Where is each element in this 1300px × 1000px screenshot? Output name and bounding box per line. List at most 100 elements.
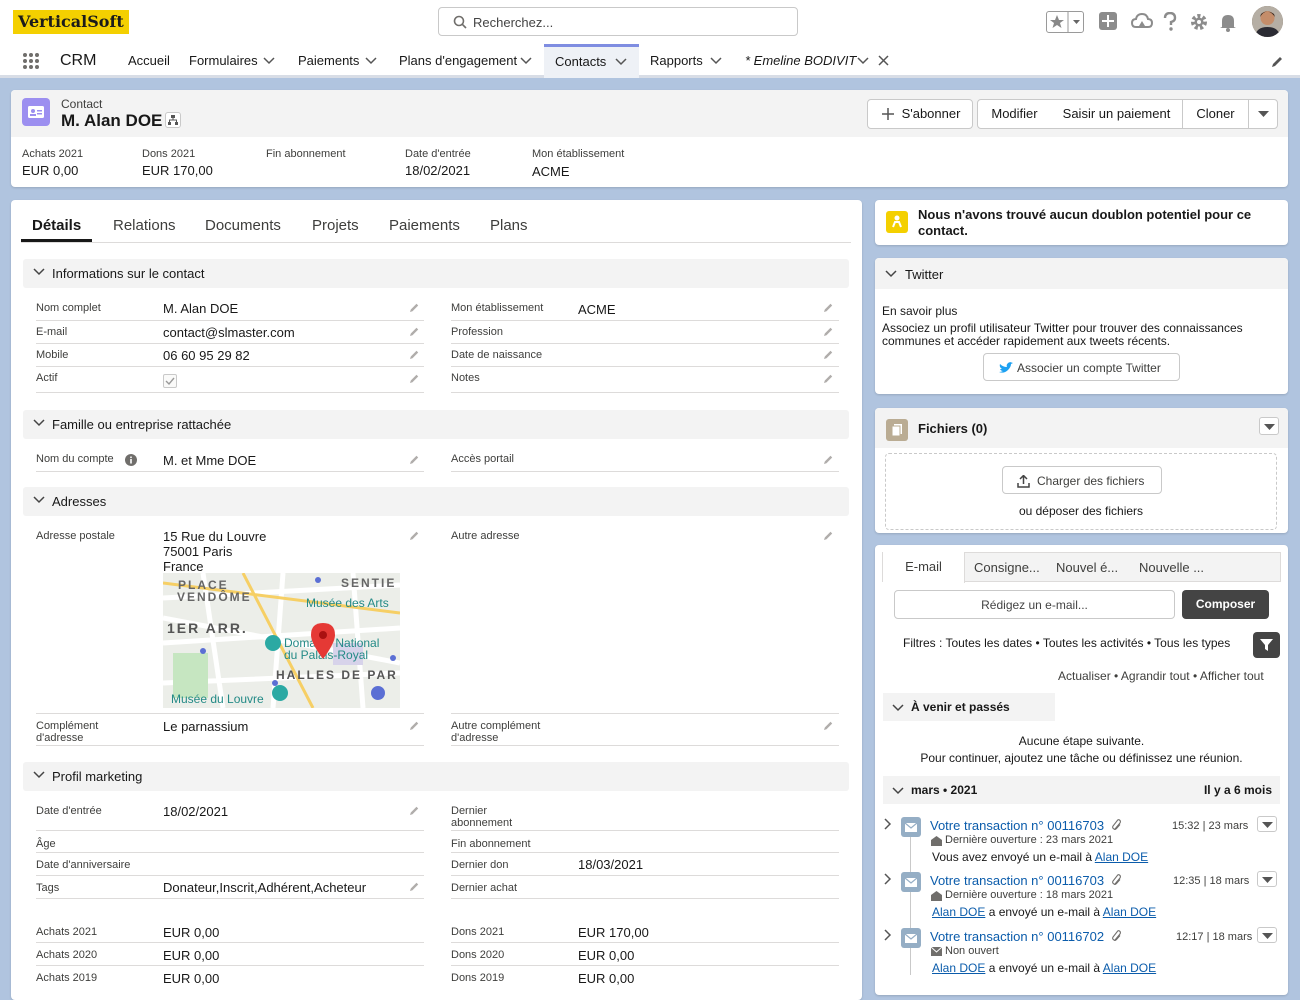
field-establishment-link[interactable]: ACME	[578, 302, 616, 317]
settings-gear-icon[interactable]	[1189, 12, 1209, 32]
favorites-button[interactable]	[1046, 11, 1084, 33]
recipient-link[interactable]: Alan DOE	[1095, 850, 1148, 864]
header-establishment-link[interactable]: ACME	[532, 164, 570, 179]
tab-documents[interactable]: Documents	[205, 217, 281, 234]
address-map[interactable]: PLACE VENDÔME SENTIE Musée des Arts 1ER …	[163, 573, 400, 708]
upcoming-section-header[interactable]: À venir et passés	[883, 693, 1055, 721]
edit-pencil-icon[interactable]	[823, 530, 834, 541]
activity-title-link[interactable]: Votre transaction n° 00116703	[930, 818, 1104, 833]
compose-email-input[interactable]: Rédigez un e-mail...	[894, 590, 1175, 619]
chevron-down-icon[interactable]	[710, 57, 722, 65]
upload-files-button[interactable]: Charger des fichiers	[1002, 466, 1162, 494]
field-account-link[interactable]: M. et Mme DOE	[163, 453, 256, 468]
enter-payment-button[interactable]: Saisir un paiement	[1051, 99, 1183, 129]
edit-pencil-icon[interactable]	[409, 530, 420, 541]
sender-link[interactable]: Alan DOE	[932, 905, 985, 919]
activity-menu-button[interactable]	[1257, 871, 1277, 887]
expand-all-link[interactable]: Agrandir tout	[1121, 669, 1190, 683]
chevron-down-icon[interactable]	[365, 57, 377, 65]
activity-title-link[interactable]: Votre transaction n° 00116702	[930, 929, 1104, 944]
user-avatar[interactable]	[1252, 6, 1283, 37]
activity-tab-email[interactable]: E-mail	[883, 552, 965, 583]
activity-filters-text[interactable]: Filtres : Toutes les dates • Toutes les …	[903, 636, 1230, 650]
activity-tab-event[interactable]: Nouvel é...	[1056, 560, 1118, 575]
show-all-link[interactable]: Afficher tout	[1200, 669, 1264, 683]
nav-item-plans-engagement[interactable]: Plans d'engagement	[399, 44, 517, 78]
notifications-bell-icon[interactable]	[1218, 12, 1238, 32]
month-section-header[interactable]: mars • 2021 Il y a 6 mois	[883, 776, 1280, 804]
edit-pencil-icon[interactable]	[409, 720, 420, 731]
refresh-link[interactable]: Actualiser	[1058, 669, 1111, 683]
chevron-down-icon[interactable]	[263, 57, 275, 65]
address-line[interactable]: 15 Rue du Louvre	[163, 529, 266, 544]
edit-pencil-icon[interactable]	[823, 373, 834, 384]
link-twitter-account-button[interactable]: Associer un compte Twitter	[983, 353, 1180, 381]
activity-menu-button[interactable]	[1257, 927, 1277, 943]
edit-pencil-icon[interactable]	[409, 373, 420, 384]
info-icon[interactable]	[125, 454, 137, 466]
activity-tab-task[interactable]: Nouvelle ...	[1139, 560, 1204, 575]
edit-pencil-icon[interactable]	[409, 326, 420, 337]
recipient-link[interactable]: Alan DOE	[1103, 905, 1156, 919]
section-addresses-header[interactable]: Adresses	[23, 487, 849, 516]
chevron-down-icon[interactable]	[520, 57, 532, 65]
nav-item-formulaires[interactable]: Formulaires	[189, 44, 258, 78]
nav-item-accueil[interactable]: Accueil	[128, 44, 170, 78]
tab-projects[interactable]: Projets	[312, 217, 359, 234]
expand-chevron-right-icon[interactable]	[884, 818, 892, 830]
help-icon[interactable]	[1162, 12, 1178, 32]
tab-plans[interactable]: Plans	[490, 217, 528, 234]
field-email-link[interactable]: contact@slmaster.com	[163, 325, 295, 340]
tab-relations[interactable]: Relations	[113, 217, 176, 234]
edit-pencil-icon[interactable]	[409, 805, 420, 816]
files-menu-button[interactable]	[1259, 417, 1279, 435]
activity-title-link[interactable]: Votre transaction n° 00116703	[930, 873, 1104, 888]
edit-pencil-icon[interactable]	[823, 302, 834, 313]
clone-button[interactable]: Cloner	[1182, 99, 1249, 129]
edit-button[interactable]: Modifier	[977, 99, 1052, 129]
trailhead-icon[interactable]	[1131, 12, 1153, 32]
sender-link[interactable]: Alan DOE	[932, 961, 985, 975]
app-launcher-icon[interactable]	[22, 52, 40, 70]
edit-pencil-icon[interactable]	[409, 454, 420, 465]
filter-button[interactable]	[1253, 632, 1280, 658]
file-dropzone[interactable]: Charger des fichiers ou déposer des fich…	[885, 453, 1277, 530]
section-marketing-header[interactable]: Profil marketing	[23, 762, 849, 791]
subscribe-button[interactable]: S'abonner	[867, 99, 973, 129]
nav-item-paiements[interactable]: Paiements	[298, 44, 359, 78]
chevron-down-icon[interactable]	[857, 57, 869, 65]
tab-payments[interactable]: Paiements	[389, 217, 460, 234]
nav-item-rapports[interactable]: Rapports	[650, 44, 703, 78]
activity-menu-button[interactable]	[1257, 816, 1277, 832]
expand-chevron-right-icon[interactable]	[884, 929, 892, 941]
twitter-card-header[interactable]: Twitter	[875, 258, 1288, 289]
section-family-header[interactable]: Famille ou entreprise rattachée	[23, 410, 849, 439]
add-icon[interactable]	[1098, 11, 1118, 31]
edit-pencil-icon[interactable]	[823, 720, 834, 731]
edit-pencil-icon[interactable]	[409, 302, 420, 313]
edit-pencil-icon[interactable]	[823, 326, 834, 337]
edit-pencil-icon[interactable]	[409, 881, 420, 892]
edit-nav-pencil-icon[interactable]	[1271, 55, 1284, 68]
edit-pencil-icon[interactable]	[823, 349, 834, 360]
recipient-link[interactable]: Alan DOE	[1103, 961, 1156, 975]
compose-button[interactable]: Composer	[1182, 590, 1269, 619]
hierarchy-button[interactable]	[165, 112, 181, 128]
more-actions-button[interactable]	[1248, 99, 1278, 129]
close-tab-icon[interactable]	[878, 55, 889, 66]
expand-chevron-right-icon[interactable]	[884, 873, 892, 885]
nav-open-record-tab[interactable]: * Emeline BODIVIT	[745, 44, 856, 78]
address-line[interactable]: France	[163, 559, 203, 574]
section-contact-info-header[interactable]: Informations sur le contact	[23, 259, 849, 288]
edit-pencil-icon[interactable]	[823, 454, 834, 465]
global-search-input[interactable]: Recherchez...	[438, 7, 798, 36]
activity-tab-log[interactable]: Consigne...	[974, 560, 1040, 575]
chevron-down-icon[interactable]	[615, 58, 627, 66]
app-logo[interactable]: VerticalSoft	[13, 10, 129, 34]
field-label: Actif	[36, 372, 58, 384]
tab-details[interactable]: Détails	[32, 217, 81, 234]
field-mobile-link[interactable]: 06 60 95 29 82	[163, 348, 250, 363]
field-divider	[451, 875, 839, 876]
edit-pencil-icon[interactable]	[409, 349, 420, 360]
address-line[interactable]: 75001 Paris	[163, 544, 232, 559]
